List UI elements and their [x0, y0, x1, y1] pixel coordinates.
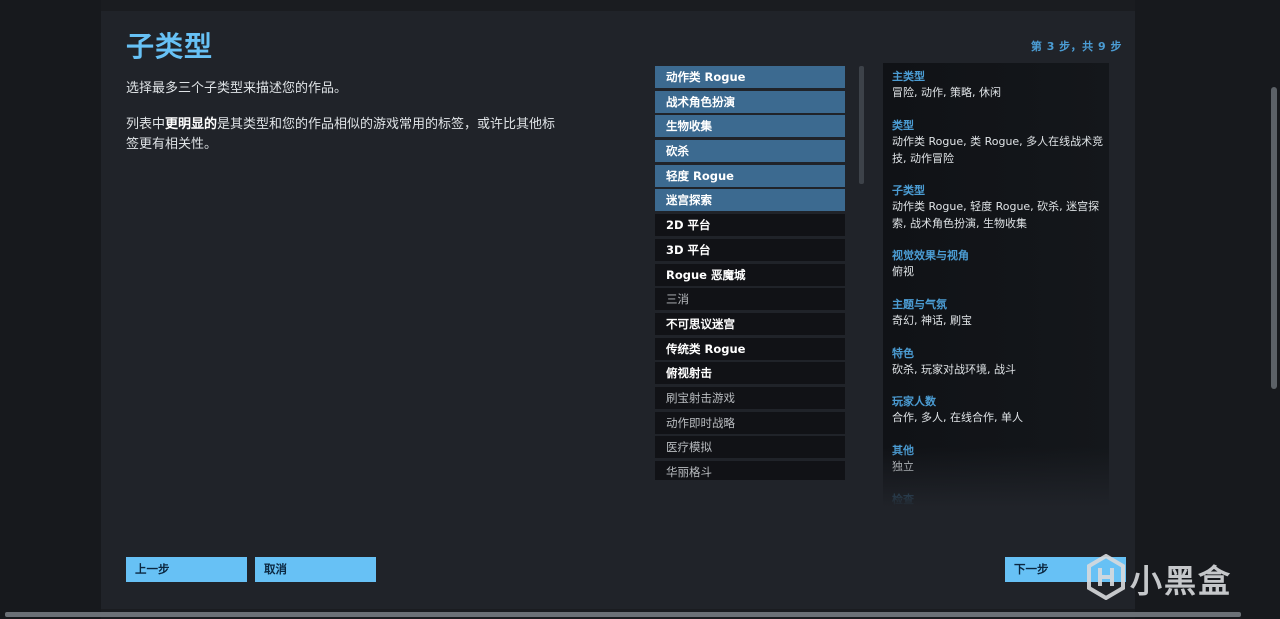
tag-item[interactable]: 华丽格斗	[655, 461, 845, 480]
summary-players-head: 玩家人数	[892, 395, 936, 408]
summary-theme-head: 主题与气氛	[892, 298, 947, 311]
summary-visual: 视觉效果与视角 俯视	[892, 248, 1106, 281]
subgenre-tag-list[interactable]: 动作类 Rogue 战术角色扮演 生物收集 砍杀 轻度 Rogue 迷宫探索 2D 平台 3D…	[655, 66, 845, 480]
summary-genre-body: 动作类 Rogue, 类 Rogue, 多人在线战术竞技, 动作冒险	[892, 135, 1104, 165]
desc-emphasis: 更明显的	[165, 117, 218, 132]
tag-item[interactable]: 砍杀	[655, 140, 845, 163]
summary-subgenre-head: 子类型	[892, 184, 925, 197]
tag-item[interactable]: 传统类 Rogue	[655, 337, 845, 360]
cancel-button[interactable]: 取消	[255, 557, 376, 582]
page-vertical-scrollbar[interactable]	[1271, 87, 1277, 389]
summary-subgenre: 子类型 动作类 Rogue, 轻度 Rogue, 砍杀, 迷宫探索, 战术角色扮…	[892, 183, 1106, 232]
summary-fade	[883, 447, 1109, 507]
summary-main-type-body: 冒险, 动作, 策略, 休闲	[892, 86, 1001, 99]
watermark: 小黑盒	[1086, 552, 1246, 604]
summary-theme: 主题与气氛 奇幻, 神话, 刷宝	[892, 297, 1106, 330]
tag-item[interactable]: 医疗模拟	[655, 436, 845, 459]
description: 选择最多三个子类型来描述您的作品。 列表中更明显的是其类型和您的作品相似的游戏常…	[126, 79, 556, 171]
description-line-1: 选择最多三个子类型来描述您的作品。	[126, 81, 348, 96]
tag-item[interactable]: 2D 平台	[655, 214, 845, 237]
summary-features-body: 砍杀, 玩家对战环境, 战斗	[892, 363, 1016, 376]
tag-item[interactable]: 动作即时战略	[655, 411, 845, 434]
watermark-text: 小黑盒	[1130, 562, 1233, 600]
tag-item[interactable]: 3D 平台	[655, 238, 845, 261]
tag-summary-panel: 主类型 冒险, 动作, 策略, 休闲 类型 动作类 Rogue, 类 Rogue…	[883, 63, 1109, 507]
summary-genre: 类型 动作类 Rogue, 类 Rogue, 多人在线战术竞技, 动作冒险	[892, 118, 1106, 167]
tag-item[interactable]: 不可思议迷宫	[655, 312, 845, 335]
tag-item[interactable]: 迷宫探索	[655, 189, 845, 212]
summary-visual-body: 俯视	[892, 265, 914, 278]
tag-item[interactable]: 轻度 Rogue	[655, 164, 845, 187]
summary-features: 特色 砍杀, 玩家对战环境, 战斗	[892, 346, 1106, 379]
page-title: 子类型	[126, 30, 214, 63]
tag-item[interactable]: 三消	[655, 288, 845, 311]
tag-item[interactable]: 战术角色扮演	[655, 90, 845, 113]
step-indicator: 第 3 步，共 9 步	[1030, 40, 1122, 53]
tag-item[interactable]: Rogue 恶魔城	[655, 263, 845, 286]
tag-item[interactable]: 生物收集	[655, 115, 845, 138]
summary-genre-head: 类型	[892, 119, 914, 132]
summary-visual-head: 视觉效果与视角	[892, 249, 969, 262]
summary-theme-body: 奇幻, 神话, 刷宝	[892, 314, 972, 327]
wizard-dialog: 子类型 第 3 步，共 9 步 选择最多三个子类型来描述您的作品。 列表中更明显…	[101, 11, 1135, 609]
tag-item[interactable]: 动作类 Rogue	[655, 66, 845, 88]
description-line-2: 列表中更明显的是其类型和您的作品相似的游戏常用的标签，或许比其他标签更有相关性。	[126, 115, 556, 155]
tag-item[interactable]: 刷宝射击游戏	[655, 386, 845, 409]
heybox-logo-icon	[1087, 554, 1125, 600]
tag-item[interactable]: 俯视射击	[655, 362, 845, 385]
desc-text-a: 列表中	[126, 117, 166, 132]
summary-features-head: 特色	[892, 347, 914, 360]
tag-list-scrollbar[interactable]	[859, 66, 864, 184]
summary-players-body: 合作, 多人, 在线合作, 单人	[892, 411, 1023, 424]
right-margin	[1135, 0, 1280, 619]
page-horizontal-scrollbar[interactable]	[5, 612, 1241, 617]
summary-subgenre-body: 动作类 Rogue, 轻度 Rogue, 砍杀, 迷宫探索, 战术角色扮演, 生…	[892, 200, 1100, 230]
prev-step-button[interactable]: 上一步	[126, 557, 247, 582]
left-margin	[0, 0, 101, 619]
summary-main-type-head: 主类型	[892, 70, 925, 83]
summary-players: 玩家人数 合作, 多人, 在线合作, 单人	[892, 394, 1106, 427]
summary-main-type: 主类型 冒险, 动作, 策略, 休闲	[892, 69, 1106, 102]
